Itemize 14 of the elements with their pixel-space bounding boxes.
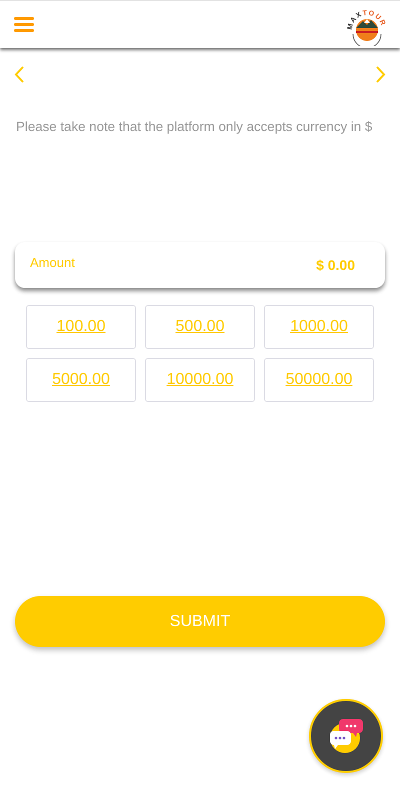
submit-button[interactable]: SUBMIT (15, 596, 385, 647)
amount-preset-button[interactable]: 10000.00 (145, 358, 255, 402)
amount-field[interactable]: Amount $ 0.00 (15, 242, 385, 288)
amount-preset-button[interactable]: 1000.00 (264, 305, 374, 349)
amount-preset-button[interactable]: 5000.00 (26, 358, 136, 402)
amount-preset-button[interactable]: 50000.00 (264, 358, 374, 402)
menu-icon[interactable] (14, 16, 34, 33)
currency-notice: Please take note that the platform only accepts currency in $ (16, 119, 374, 134)
forward-icon[interactable] (376, 66, 386, 83)
amount-preset-button[interactable]: 100.00 (26, 305, 136, 349)
chat-button[interactable] (309, 699, 383, 773)
chat-icon (327, 717, 365, 755)
amount-preset-button[interactable]: 500.00 (145, 305, 255, 349)
back-icon[interactable] (14, 66, 24, 83)
